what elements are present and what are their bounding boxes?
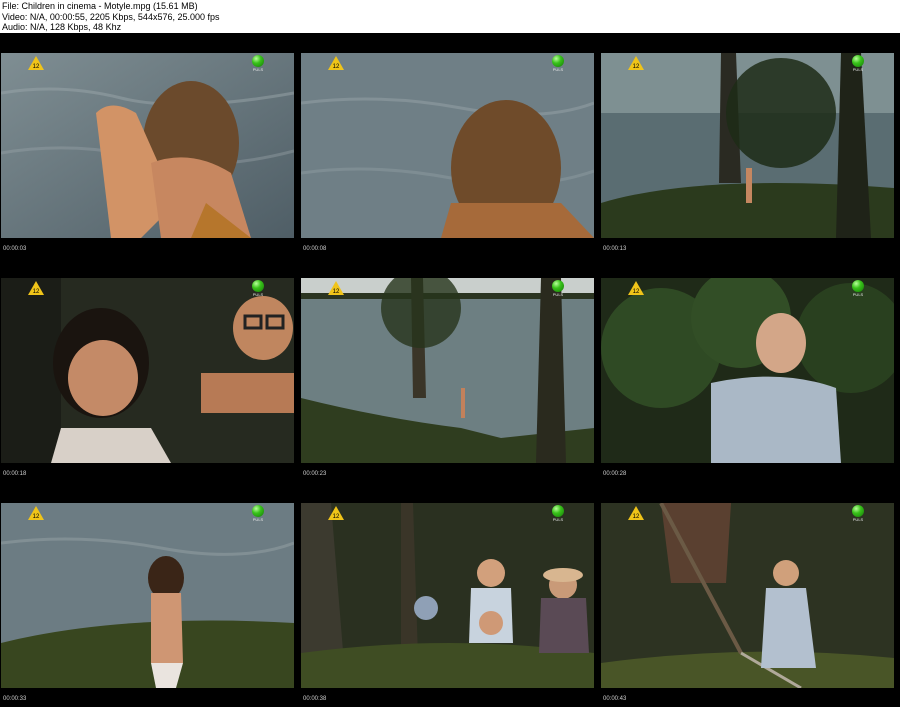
timestamp-9: 00:00:43 — [603, 696, 627, 702]
channel-logo-icon: PULS — [548, 505, 568, 523]
timestamp-4: 00:00:18 — [3, 471, 27, 477]
thumbnail-frame-1[interactable]: 12 PULS — [1, 53, 294, 238]
video-info-line: Video: N/A, 00:00:55, 2205 Kbps, 544x576… — [2, 11, 220, 22]
lake-trees-icon — [301, 278, 594, 463]
thumbnail-frame-9[interactable]: 12 PULS — [601, 503, 894, 688]
timestamp-1: 00:00:03 — [3, 246, 27, 252]
channel-logo-icon: PULS — [848, 505, 868, 523]
thumbnail-frame-8[interactable]: 12 PULS — [301, 503, 594, 688]
thumbnail-frame-6[interactable]: 12 PULS — [601, 278, 894, 463]
svg-text:12: 12 — [333, 64, 340, 70]
svg-text:12: 12 — [633, 64, 640, 70]
svg-text:12: 12 — [333, 289, 340, 295]
file-info-header: File: Children in cinema - Motyle.mpg (1… — [0, 0, 900, 33]
audio-info-line: Audio: N/A, 128 Kbps, 48 Khz — [2, 22, 122, 32]
svg-text:12: 12 — [633, 289, 640, 295]
timestamp-7: 00:00:33 — [3, 696, 27, 702]
channel-logo-icon: PULS — [848, 280, 868, 298]
channel-logo-icon: PULS — [248, 505, 268, 523]
age-rating-icon: 12 — [28, 56, 44, 70]
timestamp-8: 00:00:38 — [303, 696, 327, 702]
boys-icon — [1, 278, 294, 463]
girl-rake-icon — [601, 503, 894, 688]
lake-shore-icon — [601, 53, 894, 238]
thumbnail-frame-2[interactable]: 12 PULS — [301, 53, 594, 238]
channel-logo-icon: PULS — [548, 55, 568, 73]
timestamp-5: 00:00:23 — [303, 471, 327, 477]
channel-logo-icon: PULS — [548, 280, 568, 298]
age-rating-icon: 12 — [628, 281, 644, 295]
age-rating-icon: 12 — [28, 281, 44, 295]
age-rating-icon: 12 — [328, 506, 344, 520]
age-rating-icon: 12 — [28, 506, 44, 520]
thumbnail-frame-3[interactable]: 12 PULS — [601, 53, 894, 238]
svg-text:12: 12 — [33, 514, 40, 520]
age-rating-icon: 12 — [328, 281, 344, 295]
girl-back-icon — [301, 53, 594, 238]
girl-lake-icon — [1, 503, 294, 688]
channel-logo-icon: PULS — [848, 55, 868, 73]
thumbnail-frame-4[interactable]: 12 PULS — [1, 278, 294, 463]
svg-text:12: 12 — [33, 64, 40, 70]
kids-forest-icon — [301, 503, 594, 688]
timestamp-3: 00:00:13 — [603, 246, 627, 252]
girl-bush-icon — [601, 278, 894, 463]
svg-text:12: 12 — [633, 514, 640, 520]
age-rating-icon: 12 — [628, 506, 644, 520]
file-info-line: File: Children in cinema - Motyle.mpg (1… — [2, 1, 198, 11]
svg-text:12: 12 — [33, 289, 40, 295]
thumbnail-frame-5[interactable]: 12 PULS — [301, 278, 594, 463]
channel-logo-icon: PULS — [248, 280, 268, 298]
timestamp-2: 00:00:08 — [303, 246, 327, 252]
age-rating-icon: 12 — [328, 56, 344, 70]
girl-hair-icon — [1, 53, 294, 238]
timestamp-6: 00:00:28 — [603, 471, 627, 477]
thumbnail-frame-7[interactable]: 12 PULS — [1, 503, 294, 688]
svg-text:12: 12 — [333, 514, 340, 520]
age-rating-icon: 12 — [628, 56, 644, 70]
channel-logo-icon: PULS — [248, 55, 268, 73]
